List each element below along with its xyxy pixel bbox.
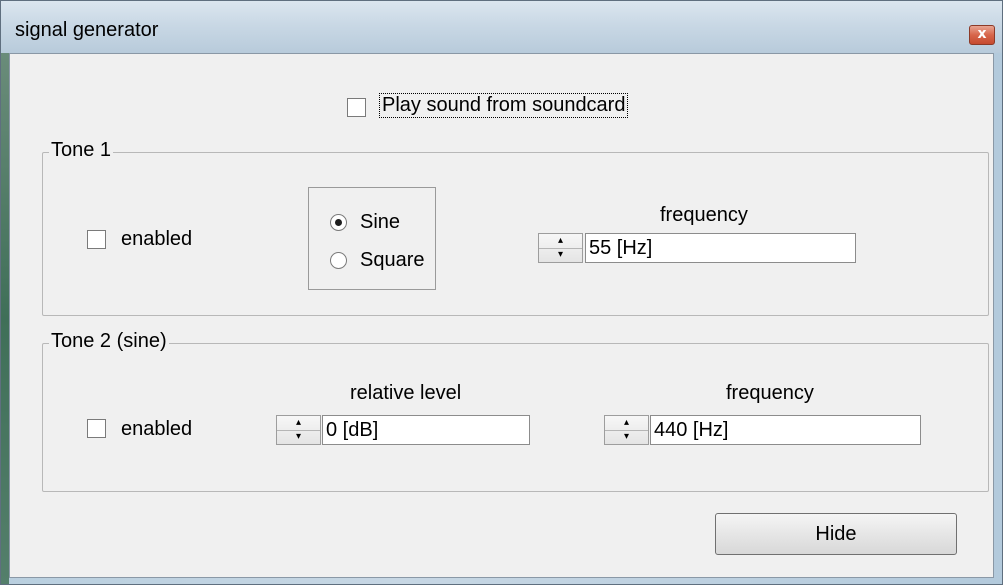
spinner-down-icon[interactable]: ▾ — [277, 430, 320, 444]
waveform-panel — [308, 187, 436, 290]
tone1-enabled-label[interactable]: enabled — [121, 228, 192, 251]
tone1-frequency-spinner[interactable]: ▴ ▾ — [538, 233, 583, 263]
close-button[interactable]: x — [969, 25, 995, 45]
sine-label[interactable]: Sine — [360, 211, 400, 234]
window-edge — [1, 53, 9, 584]
square-label[interactable]: Square — [360, 249, 425, 272]
tone1-frequency-input[interactable]: 55 [Hz] — [585, 233, 856, 263]
tone1-enabled-checkbox[interactable] — [87, 230, 106, 249]
tone2-frequency-label: frequency — [726, 382, 814, 404]
relative-level-spinner[interactable]: ▴ ▾ — [276, 415, 321, 445]
title-bar[interactable]: signal generator x — [1, 1, 1002, 53]
spinner-up-icon[interactable]: ▴ — [539, 234, 582, 249]
relative-level-label: relative level — [350, 382, 462, 404]
relative-level-input[interactable]: 0 [dB] — [322, 415, 530, 445]
hide-button[interactable]: Hide — [715, 513, 957, 555]
square-radio[interactable] — [330, 252, 347, 269]
tone2-frequency-spinner[interactable]: ▴ ▾ — [604, 415, 649, 445]
tone1-frequency-label: frequency — [660, 204, 748, 226]
window-title: signal generator — [15, 19, 159, 41]
spinner-up-icon[interactable]: ▴ — [605, 416, 648, 431]
spinner-down-icon[interactable]: ▾ — [539, 248, 582, 262]
spinner-up-icon[interactable]: ▴ — [277, 416, 320, 431]
play-sound-checkbox[interactable] — [347, 98, 366, 117]
spinner-down-icon[interactable]: ▾ — [605, 430, 648, 444]
tone2-enabled-label[interactable]: enabled — [121, 418, 192, 441]
tone2-group-title: Tone 2 (sine) — [49, 330, 169, 353]
tone2-enabled-checkbox[interactable] — [87, 419, 106, 438]
play-sound-label[interactable]: Play sound from soundcard — [379, 93, 629, 118]
radio-selected-dot — [335, 219, 342, 226]
tone2-frequency-input[interactable]: 440 [Hz] — [650, 415, 921, 445]
close-icon: x — [977, 26, 987, 42]
dialog-body: Play sound from soundcard Tone 1 enabled… — [9, 53, 994, 578]
signal-generator-window: signal generator x Play sound from sound… — [0, 0, 1003, 585]
sine-radio[interactable] — [330, 214, 347, 231]
tone1-group-title: Tone 1 — [49, 139, 114, 162]
